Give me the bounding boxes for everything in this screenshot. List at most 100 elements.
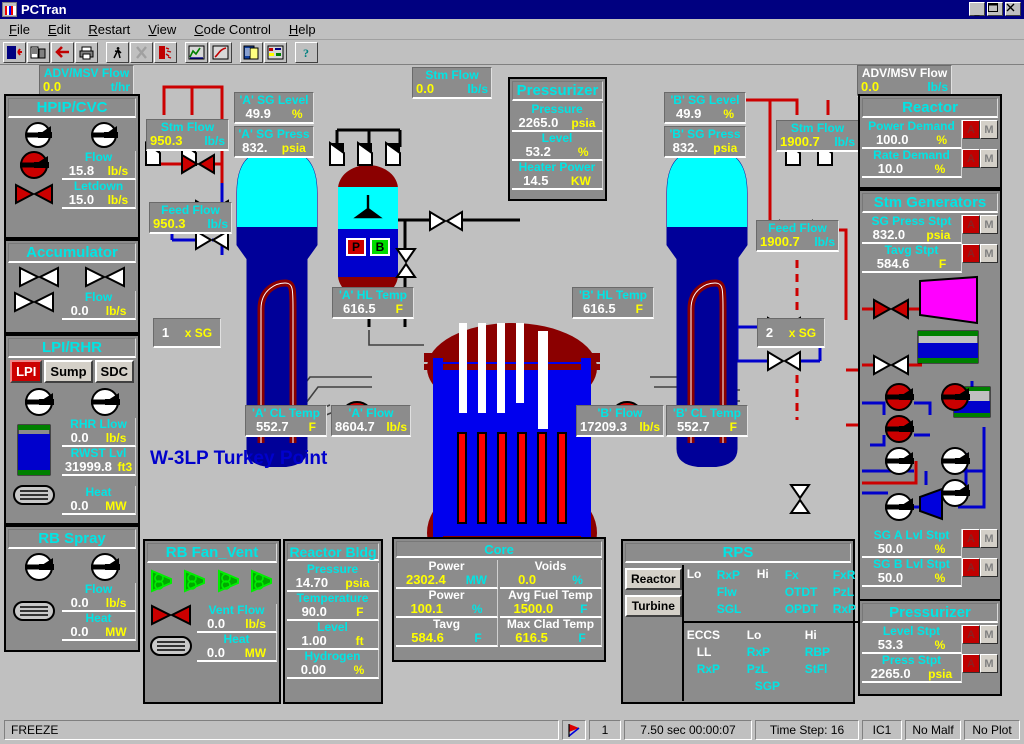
sdc-mode-button[interactable]: SDC bbox=[95, 360, 134, 383]
sg-press-auto-button[interactable]: A bbox=[962, 215, 980, 234]
power-demand-auto-button[interactable]: A bbox=[962, 120, 980, 139]
menu-restart[interactable]: Restart bbox=[79, 20, 139, 39]
rps-lob-item-0: RxP bbox=[747, 644, 805, 661]
flow-a-value: 8604.7 bbox=[335, 420, 375, 434]
pzr-press-auto-button[interactable]: A bbox=[962, 654, 980, 673]
sg-a-press-value: 832. bbox=[242, 141, 267, 155]
hpi-pump-2-icon[interactable] bbox=[91, 122, 119, 148]
rb-fan-4-icon[interactable] bbox=[249, 568, 275, 594]
sg-a-lvl-manual-button[interactable]: M bbox=[980, 529, 998, 548]
pzr-spray-valve[interactable] bbox=[428, 210, 464, 232]
sump-mode-button[interactable]: Sump bbox=[44, 360, 92, 383]
pzr-press-mode-toggle[interactable]: A M bbox=[962, 654, 998, 683]
back-arrow-icon[interactable] bbox=[51, 42, 74, 63]
adv-msv-left-value: 0.0 bbox=[43, 80, 61, 94]
sg-press-manual-button[interactable]: M bbox=[980, 215, 998, 234]
pzr-level-mode-toggle[interactable]: A M bbox=[962, 625, 998, 654]
core-voids-cell: Voids 0.0% bbox=[500, 560, 602, 589]
rps-hi-label-bottom: Hi bbox=[805, 627, 857, 644]
feed-valve-b2[interactable] bbox=[766, 350, 802, 372]
help-icon[interactable]: ? bbox=[295, 42, 318, 63]
menu-code-control[interactable]: Code Control bbox=[185, 20, 280, 39]
rps-reactor-button[interactable]: Reactor bbox=[625, 568, 682, 590]
exit-icon[interactable] bbox=[3, 42, 26, 63]
config-icon[interactable] bbox=[27, 42, 50, 63]
accumulator-valve-1-icon[interactable] bbox=[18, 266, 60, 288]
pzr-level-manual-button[interactable]: M bbox=[980, 625, 998, 644]
close-button[interactable] bbox=[1005, 2, 1021, 16]
rps-hi-item-1: OTDT bbox=[785, 584, 833, 601]
graph-icon[interactable] bbox=[209, 42, 232, 63]
rb-spray-pump-2-icon[interactable] bbox=[90, 553, 120, 581]
stop-icon[interactable] bbox=[130, 42, 153, 63]
window-title: PCTran bbox=[21, 2, 67, 17]
feed-pump-1[interactable] bbox=[884, 383, 914, 411]
tavg-auto-button[interactable]: A bbox=[962, 244, 980, 263]
rwst-tank-icon bbox=[16, 424, 52, 476]
pressurizer-pressure-cell: Pressure 2265.0psia bbox=[512, 103, 603, 132]
rb-fan-1-icon[interactable] bbox=[149, 568, 175, 594]
rps-turbine-button[interactable]: Turbine bbox=[625, 595, 682, 617]
rb-spray-heat-value: 0.0 bbox=[70, 625, 88, 639]
print-icon[interactable] bbox=[75, 42, 98, 63]
lpi-rhr-title: LPI/RHR bbox=[8, 338, 136, 358]
condensate-pump-4[interactable] bbox=[884, 493, 914, 521]
rate-demand-auto-button[interactable]: A bbox=[962, 149, 980, 168]
pressurizer-heater-power-unit: KW bbox=[571, 174, 591, 188]
secondary-valve-2[interactable] bbox=[872, 354, 910, 376]
lpi-mode-button[interactable]: LPI bbox=[10, 360, 42, 383]
sg-a-lvl-auto-button[interactable]: A bbox=[962, 529, 980, 548]
parameters-icon[interactable] bbox=[264, 42, 287, 63]
tavg-stpt-mode-toggle[interactable]: A M bbox=[962, 244, 998, 273]
rate-demand-manual-button[interactable]: M bbox=[980, 149, 998, 168]
msiv-a-valve[interactable] bbox=[180, 153, 216, 175]
cvcs-pump-icon[interactable] bbox=[19, 151, 49, 179]
malfunction-icon[interactable] bbox=[154, 42, 177, 63]
lpi-pump-2-icon[interactable] bbox=[90, 388, 120, 416]
cl-temp-a-value: 552.7 bbox=[256, 420, 289, 434]
rb-fan-2-icon[interactable] bbox=[182, 568, 208, 594]
vent-valve-icon[interactable] bbox=[150, 604, 192, 626]
minimize-button[interactable]: _ bbox=[969, 2, 985, 16]
sg-b-lvl-auto-button[interactable]: A bbox=[962, 558, 980, 577]
pzr-press-manual-button[interactable]: M bbox=[980, 654, 998, 673]
menu-edit[interactable]: Edit bbox=[39, 20, 79, 39]
pzr-relief-valve[interactable] bbox=[395, 247, 417, 279]
rate-demand-mode-toggle[interactable]: A M bbox=[962, 149, 998, 178]
condensate-pump-2[interactable] bbox=[940, 447, 970, 475]
sg-b-lvl-manual-button[interactable]: M bbox=[980, 558, 998, 577]
accumulator-valve-3-icon[interactable] bbox=[13, 291, 55, 313]
condensate-pump-1[interactable] bbox=[884, 447, 914, 475]
rhr-llow-cell: RHR Llow 0.0lb/s bbox=[62, 418, 136, 447]
maximize-button[interactable] bbox=[987, 2, 1003, 16]
sg-a-lvl-mode-toggle[interactable]: A M bbox=[962, 529, 998, 558]
power-demand-manual-button[interactable]: M bbox=[980, 120, 998, 139]
menu-view[interactable]: View bbox=[139, 20, 185, 39]
menu-file[interactable]: FFileile bbox=[0, 20, 39, 39]
pzr-level-auto-button[interactable]: A bbox=[962, 625, 980, 644]
hpi-pump-1-icon[interactable] bbox=[25, 122, 53, 148]
rb-spray-pump-1-icon[interactable] bbox=[24, 553, 54, 581]
core-voids-label: Voids bbox=[500, 560, 601, 573]
rb-fan-3-icon[interactable] bbox=[216, 568, 242, 594]
secondary-valve-1[interactable] bbox=[872, 298, 910, 320]
pressurizer-control-panel: Pressurizer Level Stpt 53.3% A M Press S… bbox=[858, 599, 1002, 696]
rb-spray-flow-unit: lb/s bbox=[106, 596, 127, 610]
accumulator-valve-2-icon[interactable] bbox=[84, 266, 126, 288]
run-icon[interactable] bbox=[106, 42, 129, 63]
trend-plot-icon[interactable] bbox=[185, 42, 208, 63]
letdown-valve-icon[interactable] bbox=[14, 183, 54, 205]
rhr-isolation-valve[interactable] bbox=[789, 483, 811, 515]
sg-press-stpt-mode-toggle[interactable]: A M bbox=[962, 215, 998, 244]
report-icon[interactable] bbox=[240, 42, 263, 63]
menu-help[interactable]: Help bbox=[280, 20, 325, 39]
feed-pump-3[interactable] bbox=[884, 415, 914, 443]
lpi-pump-1-icon[interactable] bbox=[24, 388, 54, 416]
core-max-clad-temp-unit: F bbox=[578, 631, 585, 645]
adv-msv-right-value: 0.0 bbox=[861, 80, 879, 94]
feed-pump-2[interactable] bbox=[940, 383, 970, 411]
condensate-pump-3[interactable] bbox=[940, 479, 970, 507]
sg-b-lvl-mode-toggle[interactable]: A M bbox=[962, 558, 998, 587]
tavg-manual-button[interactable]: M bbox=[980, 244, 998, 263]
power-demand-mode-toggle[interactable]: A M bbox=[962, 120, 998, 149]
